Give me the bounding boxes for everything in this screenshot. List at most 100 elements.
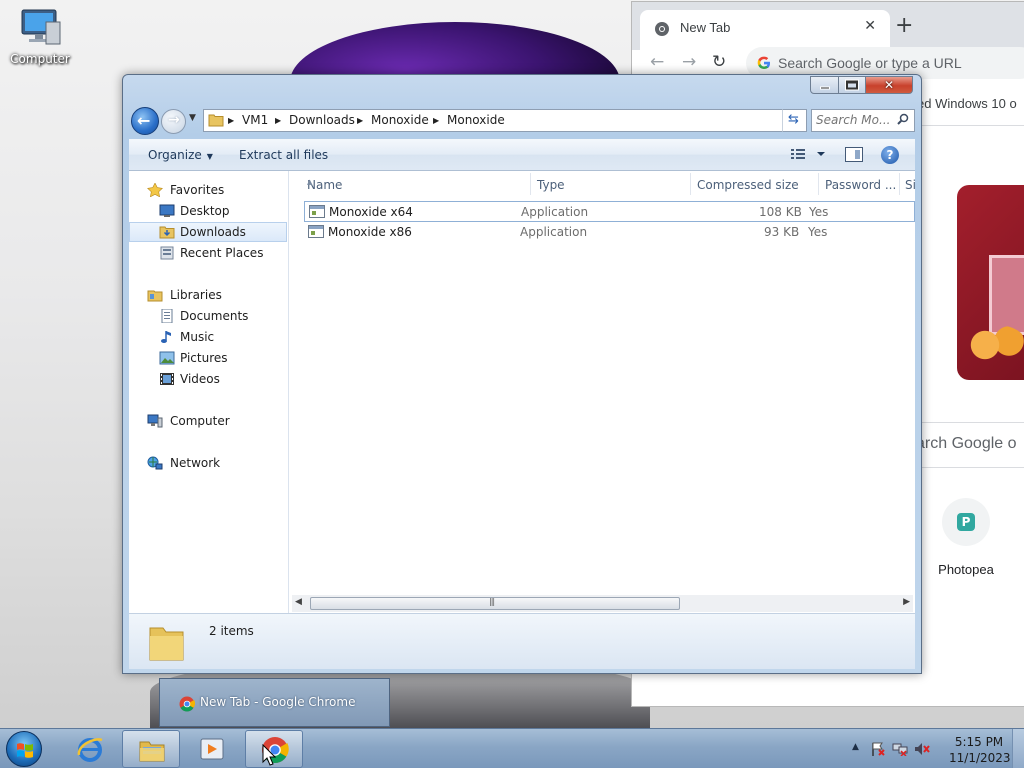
navigation-pane: Favorites Desktop Downloads Recent Place… bbox=[129, 171, 289, 613]
file-row[interactable]: Monoxide x64 Application 108 KB Yes bbox=[304, 201, 915, 222]
nav-item-pictures[interactable]: Pictures bbox=[129, 348, 287, 368]
shortcut-photopea[interactable]: P Photopea bbox=[930, 498, 1002, 577]
breadcrumb-chevron-icon[interactable]: ▶ bbox=[275, 116, 281, 125]
breadcrumb-chevron-icon[interactable]: ▶ bbox=[433, 116, 439, 125]
new-tab-button[interactable]: + bbox=[895, 15, 913, 37]
column-header-compressed-size[interactable]: Compressed size bbox=[697, 171, 815, 196]
extract-all-button[interactable]: Extract all files bbox=[239, 148, 328, 162]
omnibox-placeholder: Search Google or type a URL bbox=[778, 55, 962, 71]
desktop-icon-computer[interactable]: Computer bbox=[6, 8, 74, 66]
file-name: Monoxide x64 bbox=[329, 205, 413, 219]
forward-button[interactable]: → bbox=[161, 109, 186, 134]
favorites-star-icon bbox=[147, 183, 163, 197]
minimize-button[interactable] bbox=[810, 76, 839, 94]
nav-favorites[interactable]: Favorites bbox=[129, 180, 287, 200]
column-header-name[interactable]: Name ▲ bbox=[307, 171, 527, 196]
nav-item-label: Videos bbox=[180, 372, 220, 386]
nav-libraries[interactable]: Libraries bbox=[129, 285, 287, 305]
breadcrumb-item[interactable]: Monoxide bbox=[447, 113, 505, 127]
nav-item-documents[interactable]: Documents bbox=[129, 306, 287, 326]
chrome-back-icon[interactable]: ← bbox=[650, 52, 664, 72]
recent-pages-dropdown-icon[interactable]: ▼ bbox=[189, 113, 196, 123]
command-bar: Organize ▼ Extract all files ? bbox=[129, 139, 915, 171]
computer-icon bbox=[147, 414, 163, 428]
maximize-button[interactable] bbox=[839, 76, 866, 94]
file-row[interactable]: Monoxide x86 Application 93 KB Yes bbox=[304, 222, 915, 243]
windows-explorer-icon bbox=[139, 741, 165, 762]
chrome-icon bbox=[179, 696, 195, 712]
minimize-icon bbox=[819, 86, 830, 90]
start-button[interactable] bbox=[6, 731, 42, 767]
show-hidden-icons-icon[interactable]: ▲ bbox=[852, 742, 859, 752]
scrollbar-thumb[interactable] bbox=[310, 597, 680, 610]
column-divider[interactable] bbox=[690, 173, 691, 195]
column-divider[interactable] bbox=[530, 173, 531, 195]
breadcrumb-item[interactable]: Downloads bbox=[289, 113, 355, 127]
preview-pane-button[interactable] bbox=[845, 147, 863, 162]
change-view-button[interactable] bbox=[791, 148, 827, 163]
file-type: Application bbox=[521, 205, 589, 219]
chrome-favicon-icon bbox=[655, 22, 669, 36]
nav-item-desktop[interactable]: Desktop bbox=[129, 201, 287, 221]
action-center-flag-icon[interactable] bbox=[870, 742, 886, 756]
search-input[interactable] bbox=[816, 110, 896, 130]
doodle-flower bbox=[967, 325, 1024, 365]
file-list: Name ▲ Type Compressed size Password ...… bbox=[290, 171, 915, 613]
chrome-tab[interactable]: New Tab ✕ bbox=[640, 10, 890, 50]
column-header-type[interactable]: Type bbox=[537, 171, 687, 196]
column-header-password[interactable]: Password ... bbox=[825, 171, 897, 196]
column-divider[interactable] bbox=[818, 173, 819, 195]
folder-icon bbox=[208, 114, 224, 127]
back-button[interactable]: ← bbox=[131, 107, 159, 135]
mouse-cursor-icon bbox=[262, 744, 276, 766]
scroll-left-icon[interactable]: ◀ bbox=[295, 597, 302, 607]
back-arrow-icon: ← bbox=[137, 111, 151, 130]
organize-button[interactable]: Organize ▼ bbox=[148, 148, 213, 162]
taskbar-windows-explorer[interactable] bbox=[122, 730, 180, 768]
recent-places-icon bbox=[160, 246, 174, 260]
nav-network[interactable]: Network bbox=[129, 453, 287, 473]
breadcrumb-chevron-icon[interactable]: ▶ bbox=[357, 116, 363, 125]
scroll-right-icon[interactable]: ▶ bbox=[903, 597, 910, 607]
address-bar[interactable]: ▶ VM1 ▶ Downloads ▶ Monoxide ▶ Monoxide … bbox=[203, 109, 807, 132]
nav-item-downloads[interactable]: Downloads bbox=[129, 222, 287, 242]
column-header-size[interactable]: Si bbox=[905, 171, 915, 196]
close-tab-icon[interactable]: ✕ bbox=[864, 18, 876, 34]
taskbar-media-player[interactable] bbox=[183, 730, 241, 768]
windows-logo-icon bbox=[17, 743, 33, 758]
nav-computer[interactable]: Computer bbox=[129, 411, 287, 431]
nav-item-music[interactable]: Music bbox=[129, 327, 287, 347]
google-doodle-image[interactable] bbox=[957, 185, 1024, 380]
shortcut-label: Photopea bbox=[938, 562, 994, 577]
network-status-icon[interactable] bbox=[892, 742, 908, 756]
column-header-label: Compressed size bbox=[697, 178, 799, 192]
horizontal-scrollbar[interactable]: ◀ ▶ bbox=[292, 595, 913, 612]
bookmark-item[interactable]: ed Windows 10 o bbox=[917, 96, 1017, 111]
close-button[interactable]: ✕ bbox=[866, 76, 913, 94]
refresh-button[interactable]: ⇆ bbox=[782, 109, 807, 132]
breadcrumb-item[interactable]: Monoxide bbox=[371, 113, 429, 127]
column-divider[interactable] bbox=[899, 173, 900, 195]
computer-icon bbox=[18, 8, 62, 45]
nav-item-label: Network bbox=[170, 456, 221, 470]
taskbar-internet-explorer[interactable] bbox=[61, 730, 119, 768]
clock[interactable]: 5:15 PM 11/1/2023 bbox=[949, 734, 1011, 766]
search-box[interactable] bbox=[811, 109, 915, 132]
chrome-reload-icon[interactable]: ↻ bbox=[712, 52, 726, 72]
help-icon[interactable]: ? bbox=[881, 146, 899, 164]
explorer-content: Favorites Desktop Downloads Recent Place… bbox=[129, 171, 915, 613]
maximize-icon bbox=[846, 80, 858, 90]
window-caption-buttons: ✕ bbox=[810, 76, 913, 95]
nav-item-label: Pictures bbox=[180, 351, 228, 365]
breadcrumb-chevron-icon[interactable]: ▶ bbox=[228, 116, 234, 125]
nav-item-videos[interactable]: Videos bbox=[129, 369, 287, 389]
libraries-icon bbox=[147, 290, 163, 302]
taskbar-window-preview[interactable]: New Tab - Google Chrome bbox=[159, 678, 390, 727]
chrome-forward-icon[interactable]: → bbox=[682, 52, 696, 72]
nav-item-recent-places[interactable]: Recent Places bbox=[129, 243, 287, 263]
breadcrumb-item[interactable]: VM1 bbox=[242, 113, 268, 127]
nav-item-label: Computer bbox=[170, 414, 230, 428]
volume-muted-icon[interactable] bbox=[914, 742, 930, 756]
show-desktop-button[interactable] bbox=[1012, 729, 1024, 768]
explorer-window[interactable]: ✕ ← → ▼ ▶ VM1 ▶ Downloads ▶ Monoxide ▶ M… bbox=[122, 74, 922, 674]
